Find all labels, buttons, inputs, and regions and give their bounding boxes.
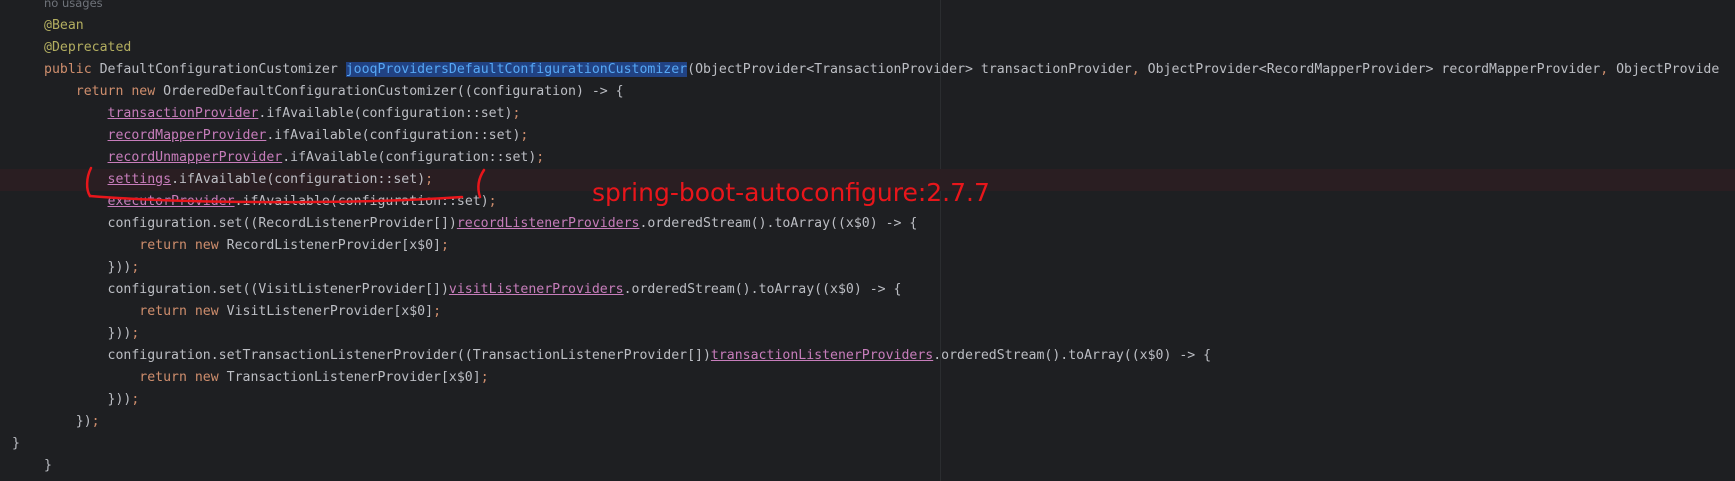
code-token: return new (44, 84, 164, 99)
code-token: ; (131, 392, 140, 407)
code-line[interactable]: public DefaultConfigurationCustomizer jo… (44, 59, 1719, 81)
code-token: ; (512, 106, 521, 121)
code-token: ; (441, 238, 449, 253)
code-line[interactable]: @Bean (44, 15, 84, 37)
code-line[interactable]: })); (44, 389, 140, 411)
code-line[interactable]: configuration.setTransactionListenerProv… (44, 345, 1212, 367)
code-token: } (44, 458, 52, 473)
code-token: ; (520, 128, 529, 143)
code-line[interactable]: })); (44, 257, 140, 279)
code-token: return new (44, 370, 227, 385)
field-reference: settings (107, 172, 172, 187)
code-token: return new (44, 238, 227, 253)
code-token: ; (131, 326, 140, 341)
code-token: .orderedStream().toArray((x$0) -> { (623, 282, 902, 297)
code-token: ; (91, 414, 100, 429)
code-token: TransactionListenerProvider[x$0] (226, 370, 481, 385)
code-token: configuration.set((RecordListenerProvide… (44, 216, 457, 231)
code-line[interactable]: return new RecordListenerProvider[x$0]; (44, 235, 449, 257)
code-token: } (12, 436, 20, 451)
code-token: ; (480, 370, 489, 385)
code-token: OrderedDefaultConfigurationCustomizer((c… (163, 84, 624, 99)
code-token: ObjectProvide (1616, 62, 1720, 77)
field-reference: transactionProvider (107, 106, 259, 121)
code-line[interactable]: return new TransactionListenerProvider[x… (44, 367, 489, 389)
code-token: .orderedStream().toArray((x$0) -> { (933, 348, 1212, 363)
code-token: (ObjectProvider<TransactionProvider> tra… (687, 62, 1132, 77)
code-token: })) (44, 326, 132, 341)
code-token: , (1600, 62, 1617, 77)
code-line[interactable]: transactionProvider.ifAvailable(configur… (44, 103, 521, 125)
code-token: .ifAvailable(configuration::set) (282, 150, 537, 165)
field-reference: recordListenerProviders (456, 216, 640, 231)
code-line[interactable]: configuration.set((RecordListenerProvide… (44, 213, 918, 235)
code-token: VisitListenerProvider[x$0] (226, 304, 434, 319)
code-line[interactable]: return new VisitListenerProvider[x$0]; (44, 301, 441, 323)
code-line[interactable]: })); (44, 323, 140, 345)
code-token: return new (44, 304, 227, 319)
code-token: .ifAvailable(configuration::set) (258, 106, 513, 121)
code-token: ; (433, 304, 442, 319)
code-token: .ifAvailable(configuration::set) (266, 128, 521, 143)
code-token: ; (425, 172, 434, 187)
code-token: ; (536, 150, 545, 165)
code-token: .ifAvailable(configuration::set) (171, 172, 426, 187)
code-token: ; (488, 194, 497, 209)
field-reference: recordUnmapperProvider (107, 150, 283, 165)
code-token: }) (44, 414, 92, 429)
code-token: @Deprecated (44, 40, 132, 55)
code-line[interactable]: settings.ifAvailable(configuration::set)… (44, 169, 434, 191)
code-token: configuration.set((VisitListenerProvider… (44, 282, 449, 297)
code-token: .orderedStream().toArray((x$0) -> { (639, 216, 918, 231)
code-token: ; (131, 260, 140, 275)
code-token: public (44, 62, 100, 77)
selected-method-name: jooqProvidersDefaultConfigurationCustomi… (345, 62, 688, 77)
code-token: RecordListenerProvider[x$0] (226, 238, 441, 253)
field-reference: visitListenerProviders (448, 282, 624, 297)
code-token: .ifAvailable(configuration::set) (234, 194, 489, 209)
version-annotation: spring-boot-autoconfigure:2.7.7 (592, 178, 990, 207)
code-line[interactable]: @Deprecated (44, 37, 131, 59)
code-token: DefaultConfigurationCustomizer (99, 62, 346, 77)
code-token: })) (44, 260, 132, 275)
code-token: configuration.setTransactionListenerProv… (44, 348, 711, 363)
code-line[interactable]: return new OrderedDefaultConfigurationCu… (44, 81, 624, 103)
code-line[interactable]: executorProvider.ifAvailable(configurati… (44, 191, 497, 213)
code-line[interactable]: }); (44, 411, 100, 433)
usage-hint: no usages (44, 0, 103, 10)
code-token: })) (44, 392, 132, 407)
code-line[interactable]: } (12, 433, 20, 455)
code-token: , (1131, 62, 1148, 77)
code-token: @Bean (44, 18, 84, 33)
code-editor[interactable]: no usages @Bean @Deprecated public Default… (0, 0, 1735, 481)
code-line[interactable]: recordUnmapperProvider.ifAvailable(confi… (44, 147, 545, 169)
field-reference: executorProvider (107, 194, 235, 209)
field-reference: transactionListenerProviders (710, 348, 934, 363)
code-token: ObjectProvider<RecordMapperProvider> rec… (1147, 62, 1601, 77)
code-line[interactable]: configuration.set((VisitListenerProvider… (44, 279, 902, 301)
code-line[interactable]: recordMapperProvider.ifAvailable(configu… (44, 125, 529, 147)
field-reference: recordMapperProvider (107, 128, 267, 143)
code-line[interactable]: } (44, 455, 52, 477)
